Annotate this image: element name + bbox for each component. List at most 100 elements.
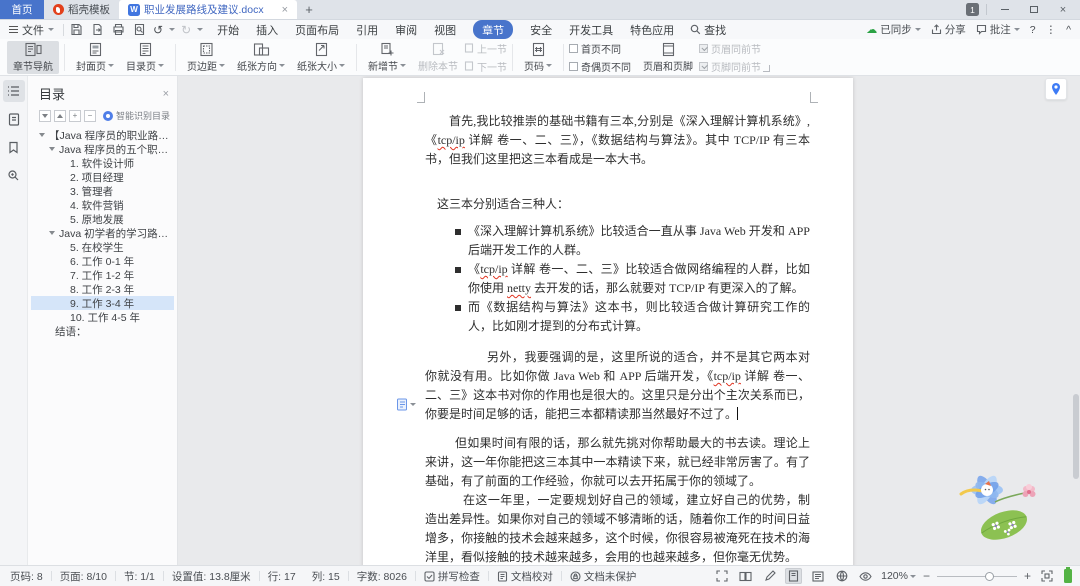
comment-button[interactable]: 批注 bbox=[976, 22, 1020, 37]
smart-toc-button[interactable]: 智能识别目录 bbox=[102, 109, 170, 122]
toc-item[interactable]: 7. 工作 1-2 年 bbox=[31, 268, 174, 282]
sync-status-button[interactable]: ☁ 已同步 bbox=[866, 22, 921, 37]
share-button[interactable]: 分享 bbox=[931, 22, 966, 37]
status-page-number[interactable]: 页码: 8 bbox=[8, 569, 51, 584]
status-line[interactable]: 行: 17 bbox=[260, 569, 304, 584]
zoom-level-button[interactable]: 120% bbox=[881, 570, 916, 582]
caret-icon[interactable] bbox=[49, 231, 55, 235]
tab-docer-templates[interactable]: 稻壳模板 bbox=[44, 0, 119, 19]
redo-button[interactable]: ↻ bbox=[181, 24, 191, 36]
caret-icon[interactable] bbox=[39, 133, 45, 137]
header-footer-button[interactable]: 页眉和页脚 bbox=[637, 41, 699, 74]
menu-page-layout[interactable]: 页面布局 bbox=[295, 22, 339, 38]
undo-button[interactable]: ↺ bbox=[153, 24, 163, 36]
maximize-button[interactable] bbox=[1023, 1, 1045, 19]
ink-annotation-button[interactable] bbox=[761, 568, 778, 584]
zoom-out-button[interactable]: − bbox=[923, 570, 930, 582]
menu-security[interactable]: 安全 bbox=[530, 22, 552, 38]
scrollbar-thumb[interactable] bbox=[1073, 394, 1079, 479]
document-area[interactable]: 首先,我比较推崇的基础书籍有三本,分别是《深入理解计算机系统》,《tcp/ip … bbox=[179, 76, 1080, 565]
toc-item-selected[interactable]: 9. 工作 3-4 年 bbox=[31, 296, 174, 310]
status-setting-value[interactable]: 设置值: 13.8厘米 bbox=[164, 569, 259, 584]
paper-size-button[interactable]: 纸张大小 bbox=[291, 41, 351, 74]
zoom-in-button[interactable]: + bbox=[1024, 570, 1031, 582]
file-menu-button[interactable]: 文件 bbox=[5, 22, 58, 38]
page-thumbnails-button[interactable] bbox=[3, 108, 25, 130]
menu-view[interactable]: 视图 bbox=[434, 22, 456, 38]
message-badge[interactable]: 1 bbox=[966, 3, 979, 16]
proofread-button[interactable]: 文档校对 bbox=[489, 569, 561, 584]
toc-item[interactable]: 5. 在校学生 bbox=[31, 240, 174, 254]
eye-protect-button[interactable] bbox=[857, 568, 874, 584]
export-pdf-button[interactable] bbox=[90, 23, 105, 37]
tab-document[interactable]: W 职业发展路线及建议.docx × bbox=[119, 0, 298, 19]
status-word-count[interactable]: 字数: 8026 bbox=[349, 569, 415, 584]
toc-item[interactable]: 10. 工作 4-5 年 bbox=[31, 310, 174, 324]
vertical-scrollbar[interactable] bbox=[1072, 76, 1079, 565]
menu-special-apps[interactable]: 特色应用 bbox=[630, 22, 674, 38]
menu-section-active[interactable]: 章节 bbox=[473, 20, 514, 39]
status-section[interactable]: 节: 1/1 bbox=[116, 569, 163, 584]
diff-odd-even-checkbox[interactable]: 奇偶页不同 bbox=[569, 59, 631, 74]
toc-page-button[interactable]: 目录页 bbox=[120, 41, 170, 74]
document-text[interactable]: 首先,我比较推崇的基础书籍有三本,分别是《深入理解计算机系统》,《tcp/ip … bbox=[425, 112, 810, 565]
status-column[interactable]: 列: 15 bbox=[304, 569, 348, 584]
toc-item[interactable]: 【Java 程序员的职业路线和个人发展 ... bbox=[31, 128, 174, 142]
zoom-slider-thumb[interactable] bbox=[984, 571, 994, 581]
more-options-button[interactable]: ⋮ bbox=[1046, 24, 1057, 36]
zoom-in-level-button[interactable]: + bbox=[69, 109, 81, 122]
wps-home-button[interactable]: 首页 bbox=[0, 0, 44, 19]
toc-item[interactable]: 2. 项目经理 bbox=[31, 170, 174, 184]
toolbar-customize-icon[interactable] bbox=[197, 28, 204, 31]
save-button[interactable] bbox=[69, 23, 84, 37]
toc-item[interactable]: 5. 原地发展 bbox=[31, 212, 174, 226]
close-toc-icon[interactable]: × bbox=[163, 88, 169, 100]
margins-button[interactable]: 页边距 bbox=[181, 41, 231, 74]
page-number-button[interactable]: 页码 bbox=[518, 41, 558, 74]
section-navigation-button[interactable]: 章节导航 bbox=[7, 40, 59, 74]
new-tab-button[interactable]: + bbox=[297, 0, 321, 19]
close-window-button[interactable]: × bbox=[1052, 1, 1074, 19]
toc-panel-button[interactable] bbox=[2, 80, 25, 102]
close-tab-icon[interactable]: × bbox=[282, 4, 288, 16]
expand-all-button[interactable] bbox=[39, 109, 51, 122]
toc-item[interactable]: 8. 工作 2-3 年 bbox=[31, 282, 174, 296]
web-layout-view-button[interactable] bbox=[833, 568, 850, 584]
status-page-of-total[interactable]: 页面: 8/10 bbox=[52, 569, 115, 584]
two-page-view-button[interactable] bbox=[737, 568, 754, 584]
toc-item[interactable]: 4. 软件营销 bbox=[31, 198, 174, 212]
zoom-slider[interactable] bbox=[936, 571, 1017, 581]
protection-status-button[interactable]: 文档未保护 bbox=[562, 569, 645, 584]
menu-start[interactable]: 开始 bbox=[217, 22, 239, 38]
toc-item[interactable]: Java 初学者的学习路线建议 bbox=[31, 226, 174, 240]
outline-view-button[interactable] bbox=[809, 568, 826, 584]
print-preview-button[interactable] bbox=[132, 23, 147, 37]
menu-dev-tools[interactable]: 开发工具 bbox=[569, 22, 613, 38]
find-button[interactable]: 查找 bbox=[690, 22, 726, 38]
fit-page-button[interactable] bbox=[1038, 568, 1055, 584]
spell-check-button[interactable]: 拼写检查 bbox=[416, 569, 488, 584]
help-button[interactable]: ? bbox=[1030, 24, 1036, 36]
toc-item[interactable]: 1. 软件设计师 bbox=[31, 156, 174, 170]
cover-page-button[interactable]: 封面页 bbox=[70, 41, 120, 74]
toc-item[interactable]: Java 程序员的五个职业发展方向 bbox=[31, 142, 174, 156]
find-replace-button[interactable] bbox=[3, 164, 25, 186]
menu-insert[interactable]: 插入 bbox=[256, 22, 278, 38]
navigate-pin-button[interactable] bbox=[1045, 78, 1067, 100]
collapse-ribbon-button[interactable]: ^ bbox=[1066, 24, 1071, 36]
paper-orientation-button[interactable]: 纸张方向 bbox=[231, 41, 291, 74]
toc-item[interactable]: 结语： bbox=[31, 324, 174, 338]
dialog-launcher-icon[interactable] bbox=[763, 65, 770, 72]
toc-item[interactable]: 6. 工作 0-1 年 bbox=[31, 254, 174, 268]
print-layout-view-button[interactable] bbox=[785, 568, 803, 584]
zoom-out-level-button[interactable]: − bbox=[84, 109, 96, 122]
print-button[interactable] bbox=[111, 23, 126, 37]
bookmark-button[interactable] bbox=[3, 136, 25, 158]
menu-review[interactable]: 审阅 bbox=[395, 22, 417, 38]
undo-dropdown-icon[interactable] bbox=[169, 28, 176, 31]
collapse-all-button[interactable] bbox=[54, 109, 66, 122]
minimize-button[interactable] bbox=[994, 1, 1016, 19]
caret-icon[interactable] bbox=[49, 147, 55, 151]
document-page[interactable]: 首先,我比较推崇的基础书籍有三本,分别是《深入理解计算机系统》,《tcp/ip … bbox=[363, 78, 853, 565]
toc-item[interactable]: 3. 管理者 bbox=[31, 184, 174, 198]
